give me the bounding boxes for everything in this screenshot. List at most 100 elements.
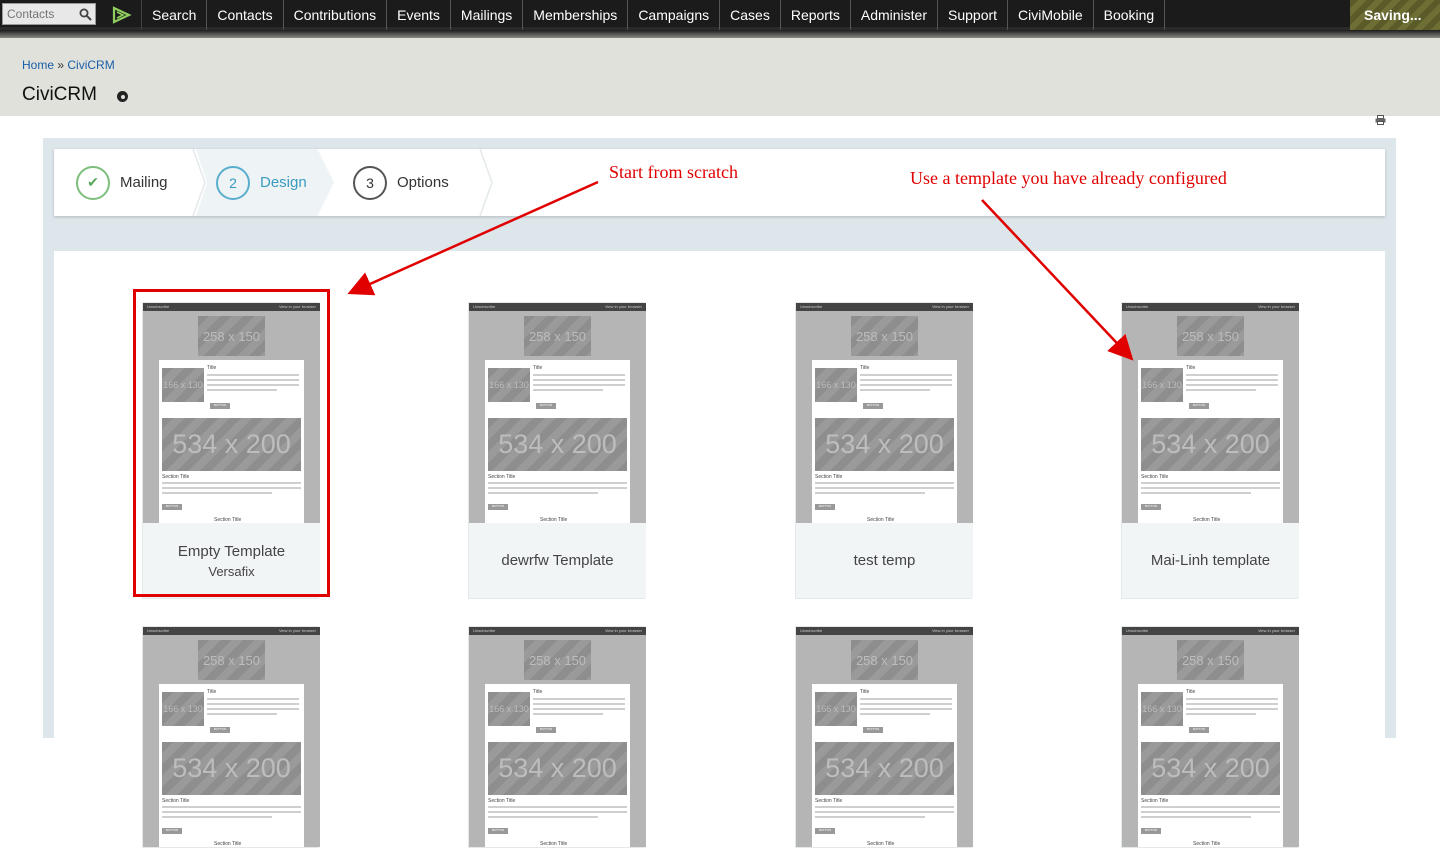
step-mailing[interactable]: ✔ Mailing — [76, 149, 168, 216]
thumb-section-title: Section Title — [214, 841, 242, 847]
thumb-text-line — [1141, 487, 1280, 489]
thumb-content: 166 x 130 Title BUTTON 534 x 200 Section… — [812, 684, 957, 847]
template-card[interactable]: Unsubscribe View in your browser 258 x 1… — [468, 626, 646, 848]
thumb-view-browser: View in your browser — [931, 304, 969, 309]
image-placeholder: 166 x 130 — [162, 692, 204, 726]
thumb-button: BUTTON — [1189, 403, 1209, 409]
menu-booking[interactable]: Booking — [1094, 0, 1166, 30]
menu-civimobile[interactable]: CiviMobile — [1008, 0, 1094, 30]
thumb-title: Title — [1186, 689, 1196, 695]
thumb-text-line — [815, 816, 925, 818]
thumb-text-line — [815, 487, 954, 489]
menu-support[interactable]: Support — [938, 0, 1009, 30]
thumb-top-bar: Unsubscribe View in your browser — [796, 303, 973, 311]
quick-search[interactable] — [2, 3, 96, 25]
step-number: 3 — [353, 165, 387, 200]
thumb-text-line — [1141, 492, 1251, 494]
thumb-text-line — [1186, 379, 1278, 381]
thumb-title: Title — [533, 689, 543, 695]
template-thumbnail: Unsubscribe View in your browser 258 x 1… — [796, 303, 973, 523]
thumb-button: BUTTON — [488, 504, 508, 510]
image-placeholder: 166 x 130 — [488, 692, 530, 726]
page-header: Home » CiviCRM CiviCRM — [0, 38, 1440, 116]
search-icon[interactable] — [75, 4, 95, 24]
thumb-button: BUTTON — [536, 403, 556, 409]
breadcrumb-civicrm[interactable]: CiviCRM — [67, 58, 114, 72]
menu-cases[interactable]: Cases — [720, 0, 781, 30]
template-caption: test temp — [796, 523, 973, 598]
civicrm-logo-icon[interactable] — [102, 0, 142, 30]
breadcrumb: Home » CiviCRM — [22, 58, 115, 72]
thumb-text-line — [815, 482, 954, 484]
thumb-section-title: Section Title — [540, 841, 568, 847]
step-options[interactable]: 3 Options — [353, 149, 449, 216]
nav-shadow — [0, 30, 1440, 38]
template-card[interactable]: Unsubscribe View in your browser 258 x 1… — [795, 302, 973, 599]
print-icon[interactable] — [1375, 112, 1386, 125]
thumb-view-browser: View in your browser — [604, 628, 642, 633]
image-placeholder: 258 x 150 — [1177, 640, 1244, 680]
menu-campaigns[interactable]: Campaigns — [628, 0, 721, 30]
thumb-text-line — [1141, 482, 1280, 484]
image-placeholder: 166 x 130 — [815, 692, 857, 726]
image-placeholder: 534 x 200 — [1141, 742, 1280, 795]
thumb-text-line — [207, 713, 277, 715]
menu-mailings[interactable]: Mailings — [451, 0, 524, 30]
thumb-section-title: Section Title — [815, 798, 843, 804]
menu-contributions[interactable]: Contributions — [284, 0, 388, 30]
thumb-text-line — [533, 713, 603, 715]
menu-memberships[interactable]: Memberships — [523, 0, 629, 30]
template-name: test temp — [853, 552, 916, 569]
thumb-text-line — [860, 379, 952, 381]
template-card[interactable]: Unsubscribe View in your browser 258 x 1… — [1121, 626, 1299, 848]
thumb-button: BUTTON — [863, 727, 883, 733]
image-placeholder: 258 x 150 — [851, 640, 918, 680]
thumb-text-line — [860, 698, 952, 700]
thumb-text-line — [488, 487, 627, 489]
step-divider — [479, 149, 493, 216]
thumb-unsubscribe: Unsubscribe — [800, 304, 823, 309]
thumb-text-line — [1186, 703, 1278, 705]
menu-contacts[interactable]: Contacts — [207, 0, 284, 30]
thumb-text-line — [1186, 374, 1278, 376]
thumb-section-title: Section Title — [815, 474, 843, 480]
menu-administer[interactable]: Administer — [851, 0, 938, 30]
menu-reports[interactable]: Reports — [781, 0, 851, 30]
quick-search-input[interactable] — [3, 4, 75, 24]
template-card[interactable]: Unsubscribe View in your browser 258 x 1… — [795, 626, 973, 848]
image-placeholder: 258 x 150 — [198, 640, 265, 680]
image-placeholder: 166 x 130 — [815, 368, 857, 402]
thumb-section-title: Section Title — [162, 798, 190, 804]
settings-gear-icon[interactable] — [117, 91, 128, 102]
main-menu: Search Contacts Contributions Events Mai… — [142, 0, 1166, 30]
thumb-text-line — [533, 384, 625, 386]
image-placeholder: 258 x 150 — [524, 640, 591, 680]
thumb-text-line — [1186, 389, 1256, 391]
template-thumbnail: Unsubscribe View in your browser 258 x 1… — [143, 627, 320, 847]
image-placeholder: 166 x 130 — [488, 368, 530, 402]
thumb-content: 166 x 130 Title BUTTON 534 x 200 Section… — [159, 684, 304, 847]
step-design[interactable]: 2 Design — [216, 149, 307, 216]
thumb-text-line — [533, 379, 625, 381]
step-label: Mailing — [120, 174, 168, 191]
template-thumbnail: Unsubscribe View in your browser 258 x 1… — [469, 303, 646, 523]
image-placeholder: 258 x 150 — [1177, 316, 1244, 356]
thumb-text-line — [1186, 708, 1278, 710]
annotation-use-configured: Use a template you have already configur… — [910, 168, 1227, 188]
menu-search[interactable]: Search — [142, 0, 208, 30]
thumb-text-line — [488, 811, 627, 813]
template-card[interactable]: Unsubscribe View in your browser 258 x 1… — [1121, 302, 1299, 599]
thumb-content: 166 x 130 Title BUTTON 534 x 200 Section… — [1138, 360, 1283, 523]
breadcrumb-home[interactable]: Home — [22, 58, 54, 72]
thumb-top-bar: Unsubscribe View in your browser — [143, 627, 320, 635]
template-card[interactable]: Unsubscribe View in your browser 258 x 1… — [468, 302, 646, 599]
thumb-text-line — [860, 703, 952, 705]
thumb-unsubscribe: Unsubscribe — [147, 628, 170, 633]
thumb-title: Title — [533, 365, 543, 371]
thumb-text-line — [488, 806, 627, 808]
thumb-text-line — [207, 703, 299, 705]
thumb-section-title: Section Title — [540, 517, 568, 523]
template-card[interactable]: Unsubscribe View in your browser 258 x 1… — [142, 626, 320, 848]
menu-events[interactable]: Events — [387, 0, 451, 30]
thumb-text-line — [860, 374, 952, 376]
